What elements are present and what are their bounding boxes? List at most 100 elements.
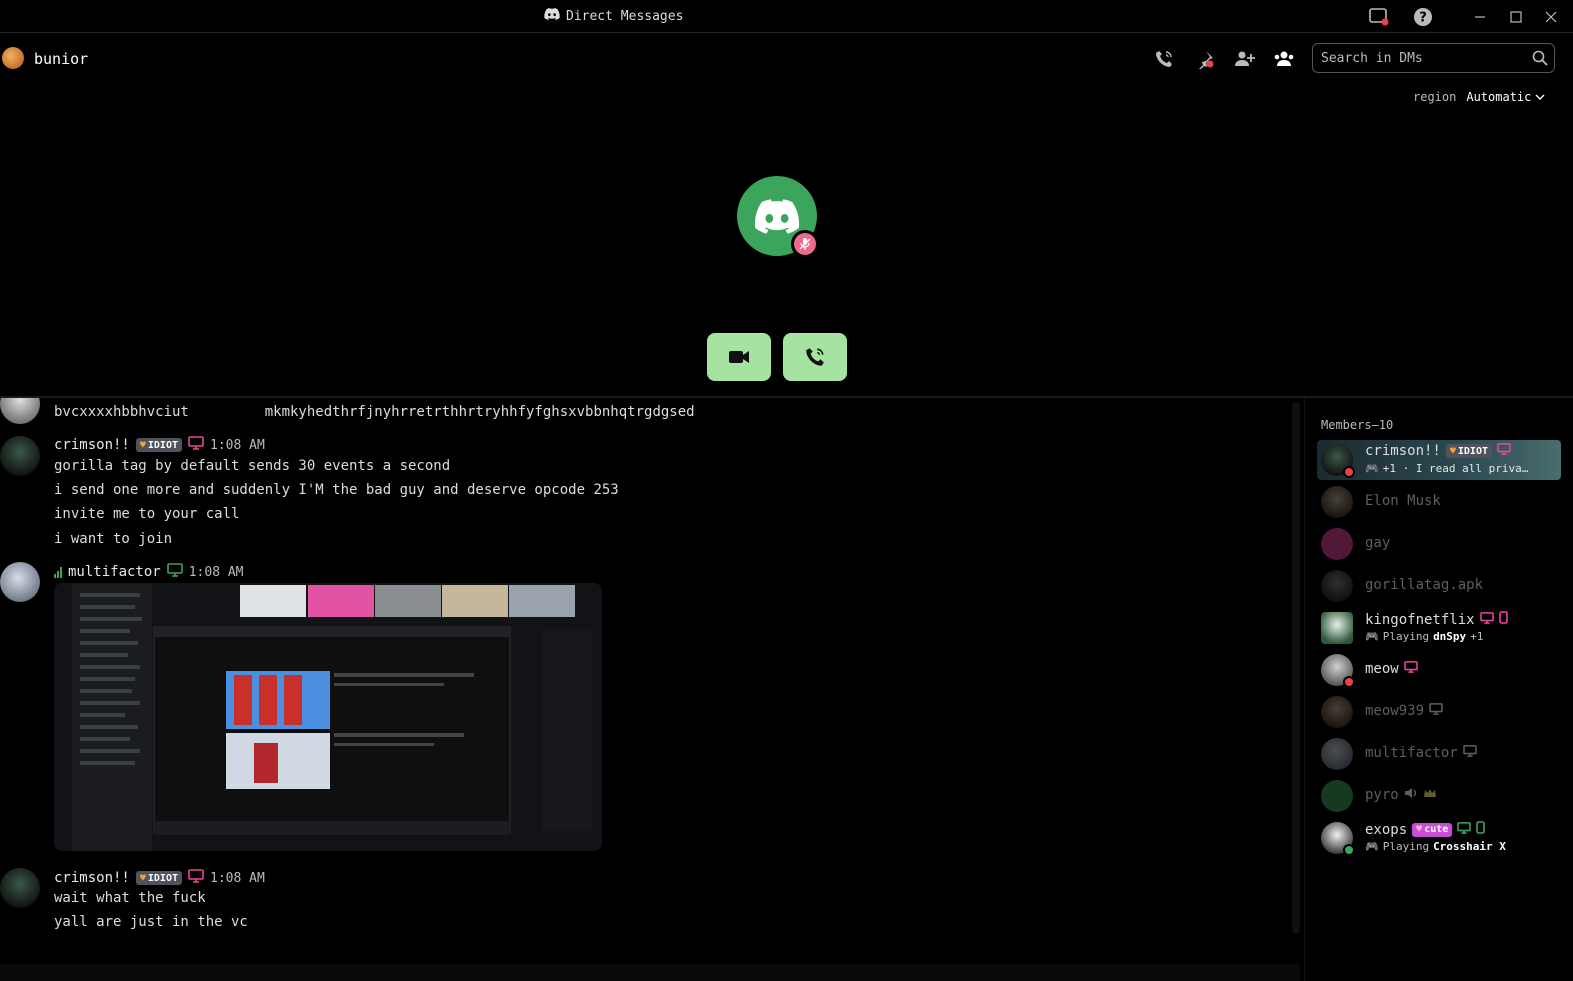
heart-icon: ♥ xyxy=(1449,445,1456,457)
desktop-icon xyxy=(1479,611,1494,628)
member-activity: 🎮 Playing Crosshair X xyxy=(1365,840,1506,853)
message-list: bvcxxxxhbbhvciut mkmkyhedthrfjnyhrretrth… xyxy=(0,398,1300,964)
member-name-row: meow939 xyxy=(1365,703,1443,719)
search-box[interactable] xyxy=(1312,43,1555,73)
dm-username: bunior xyxy=(34,50,89,68)
region-value-text: Automatic xyxy=(1466,90,1532,104)
member-item[interactable]: meow939 xyxy=(1317,692,1561,732)
member-name-row: Elon Musk xyxy=(1365,493,1441,509)
desktop-icon xyxy=(1457,821,1472,838)
svg-text:?: ? xyxy=(1419,11,1427,26)
crown-icon xyxy=(1423,787,1437,803)
member-list-heading: Members—10 xyxy=(1321,418,1394,432)
member-name: kingofnetflix xyxy=(1365,611,1475,628)
screenshot-thumbnail xyxy=(54,583,602,851)
heart-icon: ♥ xyxy=(139,439,146,451)
region-value[interactable]: Automatic xyxy=(1466,90,1545,104)
role-tag-text: cute xyxy=(1424,824,1449,835)
message-header: crimson!! ♥ IDIOT 1:08 AM xyxy=(54,436,265,454)
desktop-icon xyxy=(166,563,183,581)
message-text: i send one more and suddenly I'M the bad… xyxy=(54,482,619,498)
avatar xyxy=(1321,780,1353,812)
member-name-row: kingofnetflix xyxy=(1365,611,1508,628)
message-timestamp: 1:08 AM xyxy=(210,870,265,886)
minimize-icon[interactable] xyxy=(1469,6,1491,28)
message-text: i want to join xyxy=(54,531,173,547)
mobile-icon xyxy=(1476,821,1486,838)
member-item[interactable]: Elon Musk xyxy=(1317,482,1561,522)
message-timestamp: 1:08 AM xyxy=(210,437,265,453)
avatar[interactable] xyxy=(0,398,40,424)
member-item[interactable]: exops ♥ cute 🎮 Playing Crosshair X xyxy=(1317,818,1561,858)
member-item[interactable]: kingofnetflix 🎮 Playing dnSpy +1 xyxy=(1317,608,1561,648)
pinned-messages-icon[interactable] xyxy=(1193,47,1217,71)
message-author[interactable]: multifactor xyxy=(68,564,161,580)
dnd-status-icon xyxy=(1343,466,1355,478)
avatar[interactable] xyxy=(0,868,40,908)
join-voice-button[interactable] xyxy=(783,333,847,381)
online-status-icon xyxy=(1343,844,1355,856)
speaker-icon xyxy=(1404,787,1418,803)
avatar xyxy=(1321,612,1353,644)
member-item[interactable]: multifactor xyxy=(1317,734,1561,774)
activity-prefix: Playing xyxy=(1382,630,1430,643)
join-video-button[interactable] xyxy=(707,333,771,381)
add-friends-icon[interactable] xyxy=(1233,47,1257,71)
avatar xyxy=(1321,486,1353,518)
avatar[interactable] xyxy=(0,562,40,602)
chat-scrollbar[interactable] xyxy=(1292,402,1300,934)
discord-logo-icon xyxy=(754,198,800,234)
member-item[interactable]: crimson!! ♥ IDIOT 🎮 +1 · I read all priva… xyxy=(1317,440,1561,480)
desktop-icon xyxy=(188,869,204,887)
region-selector[interactable]: region Automatic xyxy=(1413,90,1545,104)
avatar xyxy=(1321,696,1353,728)
message-text: yall are just in the vc xyxy=(54,914,248,930)
search-icon xyxy=(1532,50,1548,70)
search-input[interactable] xyxy=(1321,48,1521,68)
image-attachment[interactable] xyxy=(54,583,602,851)
message-author[interactable]: crimson!! xyxy=(54,437,130,453)
avatar[interactable] xyxy=(2,47,24,69)
message-composer[interactable] xyxy=(0,964,1300,981)
gamepad-icon: 🎮 xyxy=(1365,630,1379,643)
message-header: crimson!! ♥ IDIOT 1:08 AM xyxy=(54,869,265,887)
member-item[interactable]: gay xyxy=(1317,524,1561,564)
member-name: Elon Musk xyxy=(1365,493,1441,509)
desktop-icon xyxy=(188,436,204,454)
avatar[interactable] xyxy=(0,436,40,476)
member-item[interactable]: pyro xyxy=(1317,776,1561,816)
member-name-row: gorillatag.apk xyxy=(1365,577,1483,593)
desktop-icon xyxy=(1497,443,1511,459)
region-label: region xyxy=(1413,90,1457,104)
avatar xyxy=(1321,570,1353,602)
member-item[interactable]: meow xyxy=(1317,650,1561,690)
inbox-icon[interactable] xyxy=(1368,6,1390,28)
member-name-row: exops ♥ cute xyxy=(1365,821,1486,838)
message-text: wait what the fuck xyxy=(54,890,206,906)
member-name-row: pyro xyxy=(1365,787,1437,803)
member-name: meow939 xyxy=(1365,703,1425,719)
maximize-icon[interactable] xyxy=(1505,6,1527,28)
signal-bars-icon xyxy=(54,566,62,578)
role-tag-text: IDIOT xyxy=(147,439,178,451)
message-author[interactable]: crimson!! xyxy=(54,870,130,886)
member-list-icon[interactable] xyxy=(1272,47,1296,71)
desktop-icon xyxy=(1462,745,1477,761)
member-item[interactable]: gorillatag.apk xyxy=(1317,566,1561,606)
member-name-row: gay xyxy=(1365,535,1390,551)
window-title-text: Direct Messages xyxy=(566,8,684,24)
desktop-icon xyxy=(1403,661,1418,677)
member-name: gorillatag.apk xyxy=(1365,577,1484,593)
help-icon[interactable]: ? xyxy=(1412,6,1434,28)
message-timestamp: 1:08 AM xyxy=(188,564,244,580)
member-name-row: crimson!! ♥ IDIOT xyxy=(1365,443,1511,459)
start-voice-call-icon[interactable] xyxy=(1152,47,1176,71)
role-tag-text: IDIOT xyxy=(1457,445,1488,457)
gamepad-icon: 🎮 xyxy=(1365,462,1379,475)
message-header: multifactor 1:08 AM xyxy=(54,563,244,581)
member-activity: 🎮 +1 · I read all priva… xyxy=(1365,462,1528,475)
member-name-row: multifactor xyxy=(1365,745,1477,761)
heart-icon: ♥ xyxy=(139,872,146,884)
member-name: pyro xyxy=(1365,787,1399,803)
close-icon[interactable] xyxy=(1540,6,1562,28)
